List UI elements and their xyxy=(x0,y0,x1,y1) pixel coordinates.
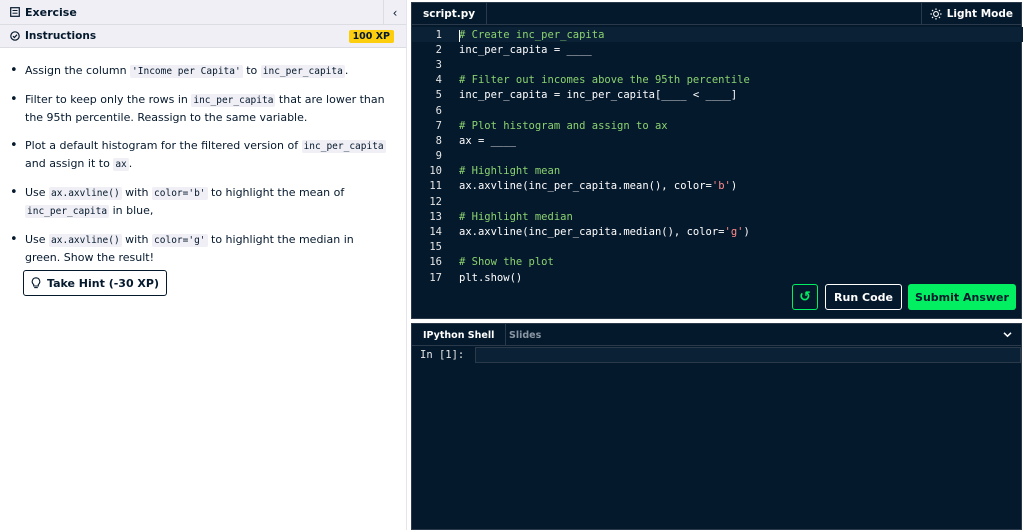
line-number: 15 xyxy=(429,241,442,254)
tab-script-py[interactable]: script.py xyxy=(412,3,488,25)
line-number: 2 xyxy=(435,43,442,56)
code-comment: # Show the plot xyxy=(459,256,554,269)
tab-slides[interactable]: Slides xyxy=(509,324,541,346)
shell-prompt: In [1]: xyxy=(420,349,465,361)
code-text: inc_per_capita = inc_per_capita[____ < _… xyxy=(459,89,738,102)
code-line: 15 xyxy=(412,240,1023,255)
submit-answer-button[interactable]: Submit Answer xyxy=(908,284,1016,310)
code-line: 4 # Filter out incomes above the 95th per… xyxy=(412,73,1023,88)
code-text: ax.axvline(inc_per_capita.median(), colo… xyxy=(459,226,750,239)
task-list: Assign the column 'Income per Capita' to… xyxy=(0,48,406,267)
inline-code: 'Income per Capita' xyxy=(130,65,243,78)
code-line: 12 xyxy=(412,194,1023,209)
code-comment: # Create inc_per_capita xyxy=(459,28,605,42)
line-number: 14 xyxy=(429,226,442,239)
task-item: Plot a default histogram for the filtere… xyxy=(10,137,386,174)
tab-ipython-shell[interactable]: IPython Shell xyxy=(412,324,507,346)
take-hint-button[interactable]: Take Hint (-30 XP) xyxy=(23,270,167,296)
task-item: Filter to keep only the rows in inc_per_… xyxy=(10,91,386,127)
task-item: Use ax.axvline() with color='b' to highl… xyxy=(10,184,386,221)
exercise-title: Exercise xyxy=(25,5,77,19)
reset-code-button[interactable]: ↺ xyxy=(792,284,818,310)
code-line: 6 xyxy=(412,103,1023,118)
exercise-header: Exercise ‹ xyxy=(0,0,406,25)
line-number: 12 xyxy=(429,195,442,208)
exercise-panel: Exercise ‹ Instructions 100 XP Assign th… xyxy=(0,0,407,530)
instructions-header: Instructions 100 XP xyxy=(0,25,406,48)
collapse-panel-button[interactable]: ‹ xyxy=(383,0,406,25)
code-comment: # Highlight median xyxy=(459,210,573,223)
line-number: 11 xyxy=(429,180,442,193)
shell-tab-bar: IPython Shell Slides xyxy=(412,324,1021,346)
chevron-left-icon: ‹ xyxy=(392,5,398,20)
code-text: ax = ____ xyxy=(459,134,516,147)
ipython-shell-panel: IPython Shell Slides In [1]: xyxy=(411,323,1022,530)
exercise-icon xyxy=(10,7,20,17)
chevron-down-icon[interactable] xyxy=(1002,329,1013,343)
line-number: 9 xyxy=(435,150,442,163)
task-item: Use ax.axvline() with color='g' to highl… xyxy=(10,231,386,267)
shell-prompt-row: In [1]: xyxy=(420,347,1021,363)
light-mode-label: Light Mode xyxy=(946,8,1013,20)
line-number: 4 xyxy=(435,74,442,87)
run-code-button[interactable]: Run Code xyxy=(825,284,902,310)
shell-input[interactable] xyxy=(475,347,1021,363)
light-mode-toggle[interactable]: Light Mode xyxy=(920,3,1021,25)
line-number: 17 xyxy=(429,271,442,284)
inline-code: ax.axvline() xyxy=(49,186,122,200)
code-text: inc_per_capita = ____ xyxy=(459,43,592,56)
line-number: 10 xyxy=(429,165,442,178)
line-number: 6 xyxy=(435,104,442,117)
line-number: 7 xyxy=(435,119,442,132)
xp-badge: 100 XP xyxy=(348,30,394,43)
inline-code: color='b' xyxy=(152,186,208,200)
lightbulb-icon xyxy=(31,277,41,289)
code-comment: # Highlight mean xyxy=(459,165,561,178)
instructions-title: Instructions xyxy=(25,30,97,42)
code-text: ax.axvline(inc_per_capita.mean(), color=… xyxy=(459,180,738,193)
code-line: 7 # Plot histogram and assign to ax xyxy=(412,118,1023,133)
code-text-area[interactable]: 1 # Create inc_per_capita 2 inc_per_capita… xyxy=(412,27,1023,285)
line-number: 3 xyxy=(435,58,442,71)
code-line: 2 inc_per_capita = ____ xyxy=(412,42,1023,57)
code-line: 1 # Create inc_per_capita xyxy=(412,27,1023,43)
inline-code: inc_per_capita xyxy=(301,139,386,153)
code-line: 13 # Highlight median xyxy=(412,209,1023,224)
text-cursor xyxy=(459,29,460,42)
take-hint-label: Take Hint (-30 XP) xyxy=(46,276,159,290)
code-string: 'g' xyxy=(724,226,744,239)
code-line: 3 xyxy=(412,57,1023,72)
inline-code: inc_per_capita xyxy=(191,93,276,107)
check-circle-icon xyxy=(10,31,20,41)
inline-code: ax xyxy=(113,158,129,171)
sun-icon xyxy=(930,8,942,20)
line-number: 5 xyxy=(435,89,442,102)
inline-code: inc_per_capita xyxy=(260,65,345,78)
code-text: plt.show() xyxy=(459,271,523,284)
code-line: 10 # Highlight mean xyxy=(412,164,1023,179)
line-number: 8 xyxy=(435,134,442,147)
code-line: 16 # Show the plot xyxy=(412,255,1023,270)
inline-code: ax.axvline() xyxy=(49,233,122,247)
code-editor: script.py Light Mode 1 # Create inc_per_c… xyxy=(411,2,1023,319)
inline-code: color='g' xyxy=(152,233,208,247)
inline-code: inc_per_capita xyxy=(25,205,110,218)
line-number: 1 xyxy=(435,28,442,41)
reset-icon: ↺ xyxy=(799,289,811,305)
code-string: 'b' xyxy=(711,180,731,193)
editor-tab-bar: script.py Light Mode xyxy=(412,3,1021,25)
task-item: Assign the column 'Income per Capita' to… xyxy=(10,62,386,81)
code-line: 8 ax = ____ xyxy=(412,133,1023,148)
code-line: 14 ax.axvline(inc_per_capita.median(), co… xyxy=(412,224,1023,239)
code-comment: # Plot histogram and assign to ax xyxy=(459,119,668,132)
code-comment: # Filter out incomes above the 95th perc… xyxy=(459,74,750,87)
code-line: 9 xyxy=(412,149,1023,164)
line-number: 16 xyxy=(429,256,442,269)
line-number: 13 xyxy=(429,210,442,223)
code-line: 17 plt.show() xyxy=(412,270,1023,285)
code-line: 5 inc_per_capita = inc_per_capita[____ < … xyxy=(412,88,1023,103)
code-line: 11 ax.axvline(inc_per_capita.mean(), colo… xyxy=(412,179,1023,194)
